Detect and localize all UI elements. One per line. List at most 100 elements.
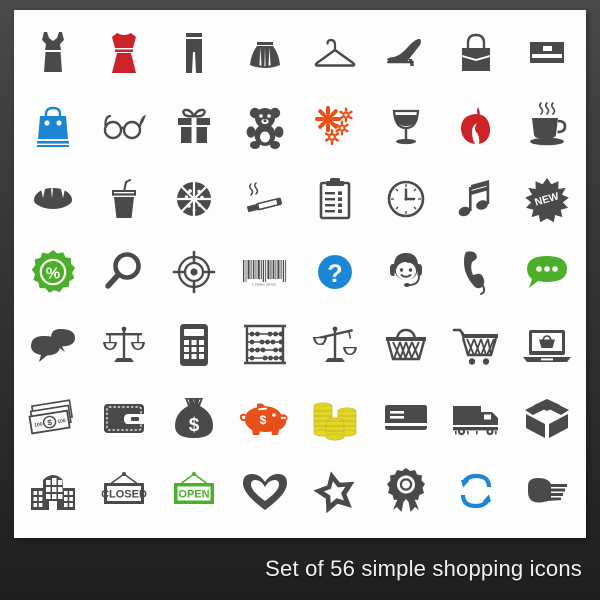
pomegranate-icon [461, 106, 491, 144]
credit-card-icon [384, 405, 427, 431]
icon-cell-award-ribbon[interactable] [371, 455, 442, 528]
banknotes-icon: $ 100 100 [28, 399, 74, 435]
refresh-arrows-icon [461, 474, 492, 509]
award-ribbon-icon [386, 468, 425, 513]
icon-cell-pomegranate[interactable] [441, 89, 512, 162]
icon-cell-clipboard-list[interactable] [300, 162, 371, 235]
icon-cell-coin-stacks[interactable] [300, 382, 371, 455]
icon-cell-eyeglasses[interactable] [89, 89, 160, 162]
icon-cell-pointing-hand[interactable] [512, 455, 583, 528]
shopping-cart-icon [452, 328, 499, 365]
red-dress-icon [111, 32, 136, 73]
clock-icon [387, 180, 425, 218]
icon-cell-shopping-basket[interactable] [371, 309, 442, 382]
icon-cell-bread-loaf[interactable] [18, 162, 89, 235]
poster: NEW % 9 28997 38752 ? $ 100 100 $ $ CLOS… [0, 0, 600, 600]
new-badge-icon: NEW [524, 177, 569, 223]
wine-glass-icon [392, 109, 419, 144]
abacus-icon [243, 324, 286, 365]
icon-cell-discount-badge[interactable]: % [18, 235, 89, 308]
money-bag-currency: $ [189, 415, 200, 436]
icon-cell-flowers[interactable] [300, 89, 371, 162]
handbag-icon [462, 33, 491, 71]
coin-stacks-icon [313, 402, 357, 441]
flowers-icon [315, 105, 353, 145]
icon-cell-teddy-bear[interactable] [230, 89, 301, 162]
icon-cell-credit-card[interactable] [371, 382, 442, 455]
icon-cell-wine-glass[interactable] [371, 89, 442, 162]
open-sign-label: OPEN [179, 489, 210, 501]
icon-cell-support-agent[interactable] [371, 235, 442, 308]
icon-cell-red-dress[interactable] [89, 16, 160, 89]
music-note-icon [458, 179, 490, 217]
icon-cell-dress[interactable] [18, 16, 89, 89]
icon-cell-gift-box[interactable] [159, 89, 230, 162]
phone-handset-icon [464, 251, 486, 295]
icon-cell-cigarette[interactable] [230, 162, 301, 235]
icon-cell-shopping-mall[interactable] [18, 455, 89, 528]
icon-cell-high-heel-shoe[interactable] [371, 16, 442, 89]
icon-cell-refresh-arrows[interactable] [441, 455, 512, 528]
icon-cell-wallet[interactable] [89, 382, 160, 455]
icon-cell-skirt[interactable] [230, 16, 301, 89]
icon-cell-clock[interactable] [371, 162, 442, 235]
icon-cell-shopping-cart[interactable] [441, 309, 512, 382]
icon-cell-coffee-cup[interactable] [512, 89, 583, 162]
icon-cell-clothes-hanger[interactable] [300, 16, 371, 89]
icon-cell-abacus[interactable] [230, 309, 301, 382]
shopping-bag-icon [37, 106, 70, 147]
wallet-icon [103, 404, 144, 434]
icon-cell-chat-bubble[interactable] [512, 235, 583, 308]
question-mark-icon: ? [318, 254, 353, 289]
discount-percent-label: % [46, 265, 60, 282]
clipboard-list-icon [319, 177, 351, 220]
calculator-icon [180, 324, 209, 367]
icon-cell-calculator[interactable] [159, 309, 230, 382]
icon-cell-trousers[interactable] [159, 16, 230, 89]
question-mark-label: ? [328, 260, 343, 288]
balance-scales-icon [102, 326, 145, 363]
icon-cell-phone-handset[interactable] [441, 235, 512, 308]
heart-icon [242, 474, 287, 511]
pointing-hand-icon [527, 478, 567, 503]
soda-cup-icon [111, 178, 136, 218]
icon-cell-question-mark[interactable]: ? [300, 235, 371, 308]
icon-cell-balance-scales[interactable] [89, 309, 160, 382]
coffee-cup-icon [529, 101, 567, 146]
dress-icon [42, 31, 65, 72]
icon-cell-magnifier[interactable] [89, 235, 160, 308]
clothes-hanger-icon [314, 38, 356, 67]
icon-cell-speech-bubbles[interactable] [18, 309, 89, 382]
icon-cell-delivery-truck[interactable] [441, 382, 512, 455]
pizza-icon [177, 181, 212, 216]
gift-box-icon [178, 108, 211, 143]
high-heel-shoe-icon [386, 38, 421, 66]
discount-badge-icon: % [32, 249, 76, 293]
icon-cell-wallet-purse[interactable] [512, 16, 583, 89]
icon-cell-handbag[interactable] [441, 16, 512, 89]
icon-cell-unbalanced-scales[interactable] [300, 309, 371, 382]
closed-sign-icon: CLOSED [101, 472, 147, 505]
icon-cell-music-note[interactable] [441, 162, 512, 235]
open-box-icon [524, 399, 569, 439]
piggy-bank-currency: $ [259, 413, 266, 427]
star-icon [313, 471, 355, 514]
icon-cell-piggy-bank[interactable]: $ [230, 382, 301, 455]
icon-cell-star[interactable] [300, 455, 371, 528]
icon-cell-laptop-shopping[interactable] [512, 309, 583, 382]
icon-cell-barcode[interactable]: 9 28997 38752 [230, 235, 301, 308]
icon-cell-heart[interactable] [230, 455, 301, 528]
icon-cell-banknotes[interactable]: $ 100 100 [18, 382, 89, 455]
icon-cell-money-bag[interactable]: $ [159, 382, 230, 455]
icon-cell-open-sign[interactable]: OPEN [159, 455, 230, 528]
icon-cell-pizza[interactable] [159, 162, 230, 235]
icon-cell-shopping-bag[interactable] [18, 89, 89, 162]
icon-cell-closed-sign[interactable]: CLOSED [89, 455, 160, 528]
icon-cell-new-badge[interactable]: NEW [512, 162, 583, 235]
piggy-bank-icon: $ [239, 403, 288, 436]
poster-caption: Set of 56 simple shopping icons [265, 556, 582, 581]
icon-cell-target[interactable] [159, 235, 230, 308]
unbalanced-scales-icon [313, 326, 358, 363]
icon-cell-open-box[interactable] [512, 382, 583, 455]
icon-cell-soda-cup[interactable] [89, 162, 160, 235]
